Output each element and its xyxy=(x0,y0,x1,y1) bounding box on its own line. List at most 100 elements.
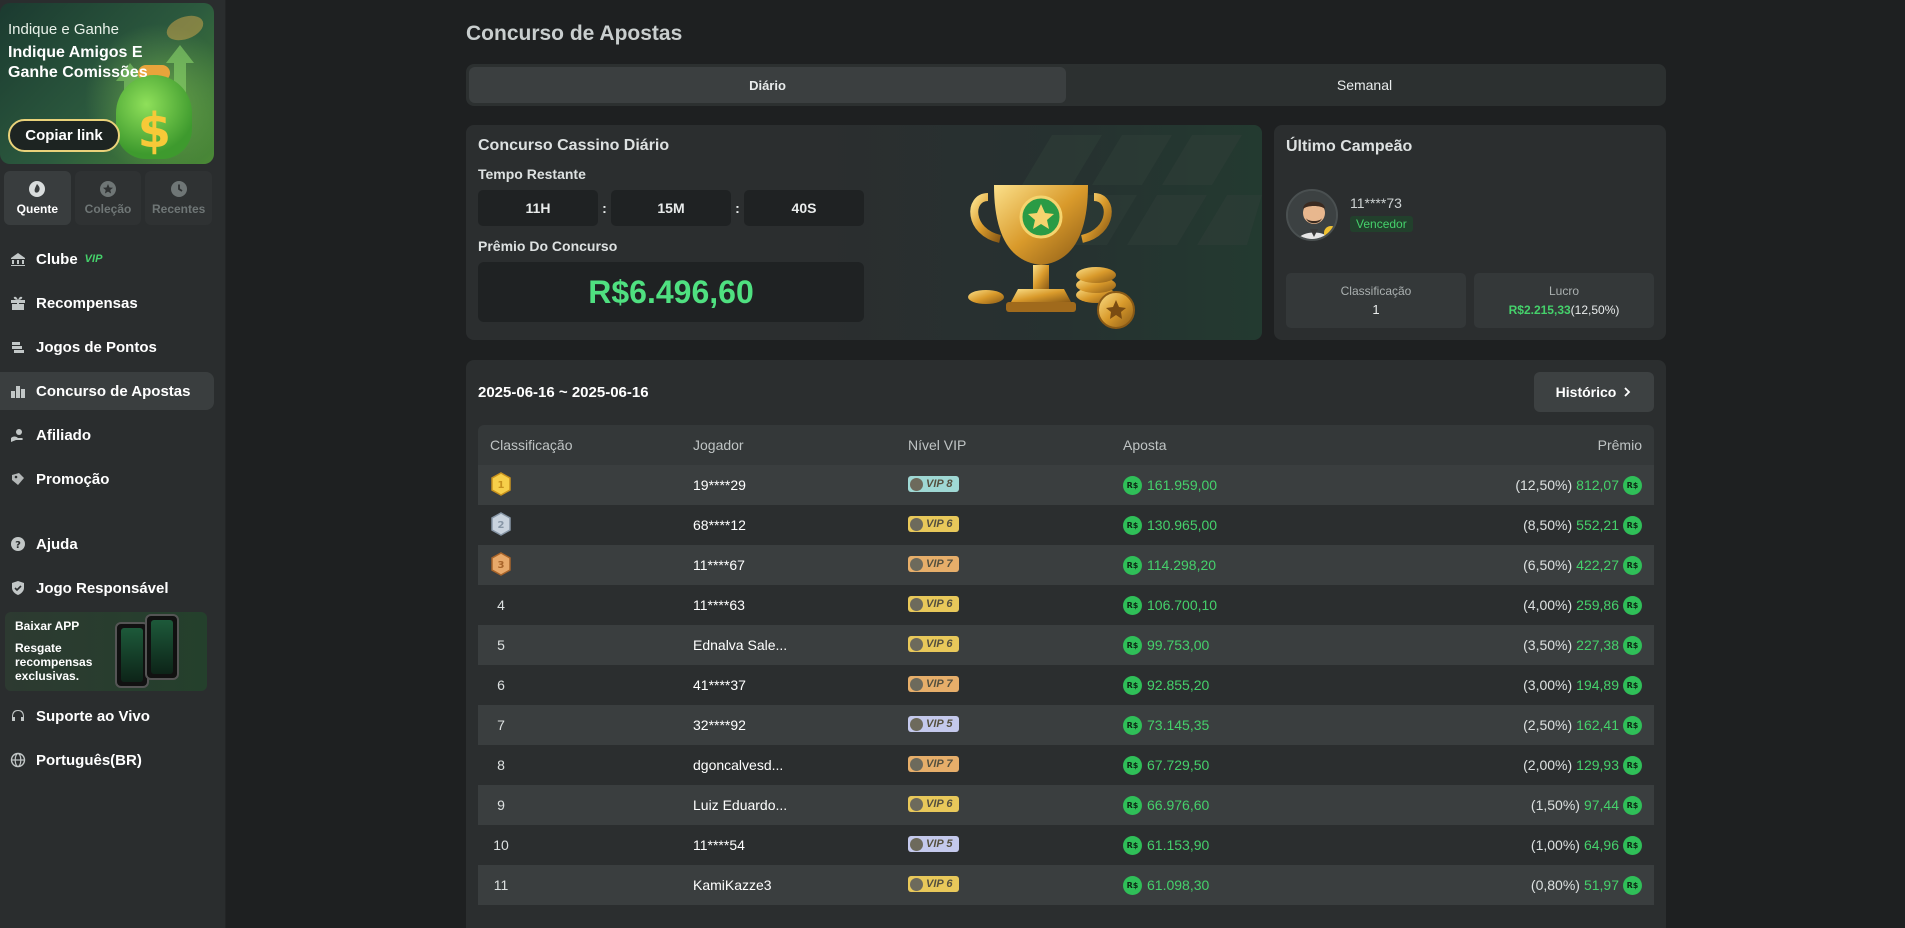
download-app-banner[interactable]: Baixar APP Resgate recompensas exclusiva… xyxy=(5,612,207,691)
timer-seconds: 40S xyxy=(744,190,864,226)
banner-headline: Indique Amigos E Ganhe Comissões xyxy=(8,44,148,81)
cell-bet: R$ 99.753,00 xyxy=(1123,635,1423,655)
vip-badge: VIP 5 xyxy=(908,716,959,733)
cell-rank: 4 xyxy=(478,597,693,613)
medal-rank: 3 xyxy=(498,560,505,571)
vip-level-icon xyxy=(910,557,923,571)
prize-label: Prêmio Do Concurso xyxy=(478,238,618,254)
cell-prize: (4,00%) 259,86 R$ xyxy=(1423,595,1654,615)
tab-quente[interactable]: Quente xyxy=(4,171,71,225)
clock-icon xyxy=(170,181,187,197)
cell-vip: VIP 6 xyxy=(908,516,1123,534)
timer-separator: : xyxy=(602,200,607,216)
prize-percent: (2,00%) xyxy=(1523,757,1573,773)
headset-icon xyxy=(12,710,24,721)
date-range: 2025-06-16 ~ 2025-06-16 xyxy=(478,384,649,401)
bet-amount: 130.965,00 xyxy=(1147,517,1218,533)
nav-jogo-responsavel[interactable]: Jogo Responsável xyxy=(0,569,214,607)
nav-concurso-de-apostas[interactable]: Concurso de Apostas xyxy=(0,372,214,410)
cell-prize: (2,00%) 129,93 R$ xyxy=(1423,755,1654,775)
bet-amount: 66.976,60 xyxy=(1147,797,1210,813)
nav-afiliado[interactable]: Afiliado xyxy=(0,416,214,454)
last-champion-card: Último Campeão 11****73 Vencedor Classif… xyxy=(1274,125,1666,340)
currency-coin-icon: R$ xyxy=(1623,595,1642,615)
cell-player: 41****37 xyxy=(693,677,746,693)
avatar xyxy=(1286,189,1338,241)
nav-idioma[interactable]: Português(BR) xyxy=(0,741,214,779)
vip-badge: VIP 6 xyxy=(908,876,959,893)
rank-label: Classificação xyxy=(1340,284,1412,298)
col-bet: Aposta xyxy=(1123,437,1167,453)
vip-level-icon xyxy=(910,877,923,891)
history-button[interactable]: Histórico xyxy=(1534,372,1654,412)
prize-amount: 51,97 xyxy=(1583,877,1619,893)
countdown-timer: 11H : 15M : 40S xyxy=(478,190,864,226)
currency-coin-icon: R$ xyxy=(1623,555,1642,575)
avatar-image xyxy=(1288,191,1336,239)
cell-bet: R$ 92.855,20 xyxy=(1123,675,1423,695)
currency-coin-icon: R$ xyxy=(1123,475,1142,495)
table-row: 1 19****29 VIP 8 R$ 161.959,00 (12,50%) … xyxy=(478,465,1654,505)
vip-label: VIP 6 xyxy=(926,878,953,891)
cell-vip: VIP 7 xyxy=(908,556,1123,574)
currency-coin-icon: R$ xyxy=(1123,555,1142,575)
table-row: 7 32****92 VIP 5 R$ 73.145,35 (2,50%) 16… xyxy=(478,705,1654,745)
timer-hours: 11H xyxy=(478,190,598,226)
vip-level-icon xyxy=(910,797,923,811)
vip-label: VIP 6 xyxy=(926,638,953,651)
nav-jogos-de-pontos[interactable]: Jogos de Pontos xyxy=(0,328,214,366)
table-row: 3 11****67 VIP 7 R$ 114.298,20 (6,50%) 4… xyxy=(478,545,1654,585)
referral-banner[interactable]: $ Indique e Ganhe Indique Amigos E Ganhe… xyxy=(0,3,214,164)
cell-prize: (3,50%) 227,38 R$ xyxy=(1423,635,1654,655)
col-vip: Nível VIP xyxy=(908,437,967,453)
cell-bet: R$ 73.145,35 xyxy=(1123,715,1423,735)
bet-amount: 61.153,90 xyxy=(1147,837,1210,853)
cell-prize: (12,50%) 812,07 R$ xyxy=(1423,475,1654,495)
dollar-icon: $ xyxy=(137,103,171,159)
cell-player: Luiz Eduardo... xyxy=(693,797,788,813)
banner-kicker: Indique e Ganhe xyxy=(8,21,119,38)
currency-coin-icon: R$ xyxy=(1623,875,1642,895)
copy-link-button[interactable]: Copiar link xyxy=(8,119,120,152)
tab-diario[interactable]: Diário xyxy=(469,67,1066,103)
table-body: 1 19****29 VIP 8 R$ 161.959,00 (12,50%) … xyxy=(478,465,1654,905)
nav-promocao[interactable]: Promoção xyxy=(0,460,214,498)
vip-level-icon xyxy=(910,757,923,771)
cell-vip: VIP 6 xyxy=(908,636,1123,654)
vip-level-icon xyxy=(910,837,923,851)
cell-vip: VIP 6 xyxy=(908,596,1123,614)
cell-player: KamiKazze3 xyxy=(693,877,772,893)
prize-percent: (1,00%) xyxy=(1530,837,1580,853)
vip-level-icon xyxy=(910,517,923,531)
nav-suporte-ao-vivo[interactable]: Suporte ao Vivo xyxy=(0,697,214,735)
currency-coin-icon: R$ xyxy=(1123,835,1142,855)
cell-vip: VIP 7 xyxy=(908,676,1123,694)
phone-image xyxy=(115,622,149,688)
prize-amount: 64,96 xyxy=(1583,837,1619,853)
vip-badge: VIP 6 xyxy=(908,516,959,533)
cell-vip: VIP 7 xyxy=(908,756,1123,774)
prize-amount: 162,41 xyxy=(1576,717,1619,733)
currency-coin-icon: R$ xyxy=(1123,795,1142,815)
tab-semanal[interactable]: Semanal xyxy=(1066,67,1663,103)
vip-label: VIP 6 xyxy=(926,518,953,531)
tab-colecao[interactable]: Coleção xyxy=(74,171,142,225)
nav-label: Clube xyxy=(36,250,78,268)
rank-number: 9 xyxy=(497,797,505,813)
profit-percent: (12,50%) xyxy=(1570,303,1620,317)
cell-player: 11****54 xyxy=(693,837,745,853)
prize-percent: (4,00%) xyxy=(1523,597,1573,613)
nav-ajuda[interactable]: ? Ajuda xyxy=(0,525,214,563)
prize-percent: (6,50%) xyxy=(1523,557,1573,573)
ranking-table: Classificação Jogador Nível VIP Aposta P… xyxy=(478,425,1654,905)
nav-label: Ajuda xyxy=(36,535,78,553)
tab-label: Quente xyxy=(16,202,58,216)
cell-bet: R$ 106.700,10 xyxy=(1123,595,1423,615)
cell-rank: 2 xyxy=(478,511,693,539)
cell-rank: 7 xyxy=(478,717,693,733)
nav-recompensas[interactable]: Recompensas xyxy=(0,284,214,322)
prize-percent: (3,00%) xyxy=(1523,677,1573,693)
nav-clube-vip[interactable]: Clube VIP xyxy=(0,240,214,278)
currency-coin-icon: R$ xyxy=(1123,515,1142,535)
tab-recentes[interactable]: Recentes xyxy=(145,171,213,225)
